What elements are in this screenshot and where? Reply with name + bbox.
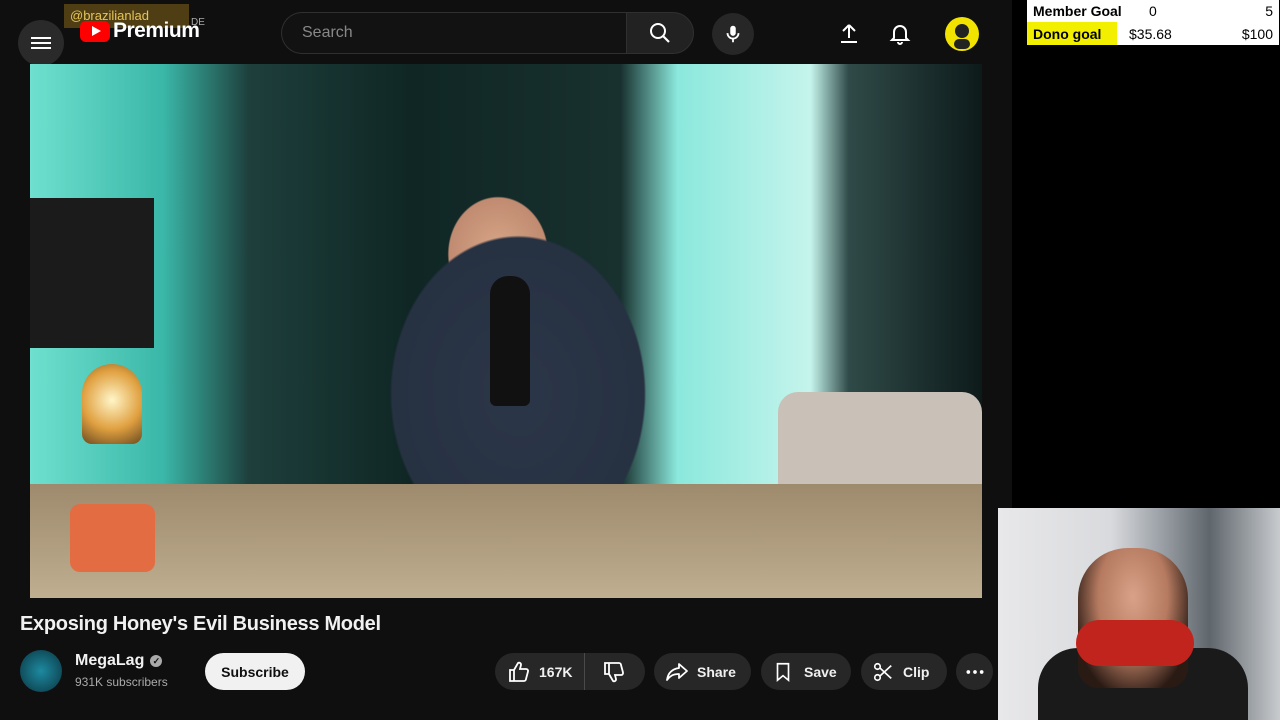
like-dislike-group: 167K <box>495 653 645 690</box>
upload-button[interactable] <box>829 13 869 53</box>
member-goal-target: 5 <box>1265 3 1273 19</box>
upload-icon <box>841 24 857 43</box>
microphone-icon <box>726 25 740 43</box>
like-button[interactable]: 167K <box>495 653 585 690</box>
country-code: DE <box>191 17 205 28</box>
dono-goal-label: Dono goal <box>1033 25 1102 42</box>
subscriber-count: 931K subscribers <box>75 675 168 689</box>
notifications-button[interactable] <box>880 13 920 53</box>
channel-name-row[interactable]: MegaLag ✓ <box>75 652 163 670</box>
bell-icon <box>889 25 911 45</box>
share-icon <box>666 662 688 681</box>
search-icon <box>650 23 670 43</box>
share-button[interactable]: Share <box>654 653 751 690</box>
menu-button[interactable] <box>18 20 64 66</box>
member-goal-label: Member Goal <box>1033 3 1122 19</box>
dislike-button[interactable] <box>585 653 643 690</box>
scissors-icon <box>873 662 892 681</box>
clip-label: Clip <box>903 663 930 680</box>
desk <box>30 484 982 598</box>
video-player[interactable] <box>30 64 982 598</box>
youtube-logo-icon <box>80 20 110 42</box>
studio-microphone <box>490 276 530 406</box>
youtube-logo[interactable]: Premium <box>80 19 200 43</box>
subscribe-button[interactable]: Subscribe <box>205 653 305 690</box>
verified-icon: ✓ <box>150 655 163 667</box>
share-label: Share <box>697 663 736 680</box>
dono-goal-bar: Dono goal $35.68 $100 <box>1027 22 1279 45</box>
logo-text: Premium <box>113 19 200 42</box>
thumbs-up-icon <box>509 661 529 682</box>
channel-avatar[interactable] <box>20 650 62 692</box>
webcam-scarf <box>1076 620 1194 666</box>
more-icon <box>966 669 983 674</box>
fuel-can <box>70 504 155 572</box>
background-monitor <box>30 198 154 348</box>
youtube-page: @brazilianlad Premium DE Exp <box>0 0 1012 720</box>
channel-name[interactable]: MegaLag <box>75 652 144 670</box>
clip-button[interactable]: Clip <box>861 653 947 690</box>
menu-icon <box>31 34 51 52</box>
search-button[interactable] <box>626 12 694 54</box>
dono-goal-target: $100 <box>1241 25 1273 42</box>
like-count: 167K <box>539 663 573 680</box>
webcam-person <box>1078 548 1188 688</box>
account-avatar[interactable] <box>945 17 979 51</box>
more-actions-button[interactable] <box>956 653 993 690</box>
masthead: @brazilianlad Premium DE <box>0 0 1012 66</box>
member-goal-bar: Member Goal 0 5 <box>1027 0 1279 22</box>
search-box[interactable] <box>281 12 627 54</box>
bookmark-icon <box>776 662 790 682</box>
member-goal-current: 0 <box>1149 3 1157 19</box>
dono-goal-current: $35.68 <box>1129 25 1172 42</box>
avatar-icon <box>954 24 970 49</box>
search-input[interactable] <box>300 23 604 43</box>
video-title: Exposing Honey's Evil Business Model <box>20 613 381 635</box>
save-button[interactable]: Save <box>761 653 851 690</box>
streamer-webcam <box>998 508 1280 720</box>
lamp <box>82 364 142 444</box>
thumbs-down-icon <box>604 661 624 682</box>
voice-search-button[interactable] <box>712 13 754 55</box>
save-label: Save <box>804 663 837 680</box>
